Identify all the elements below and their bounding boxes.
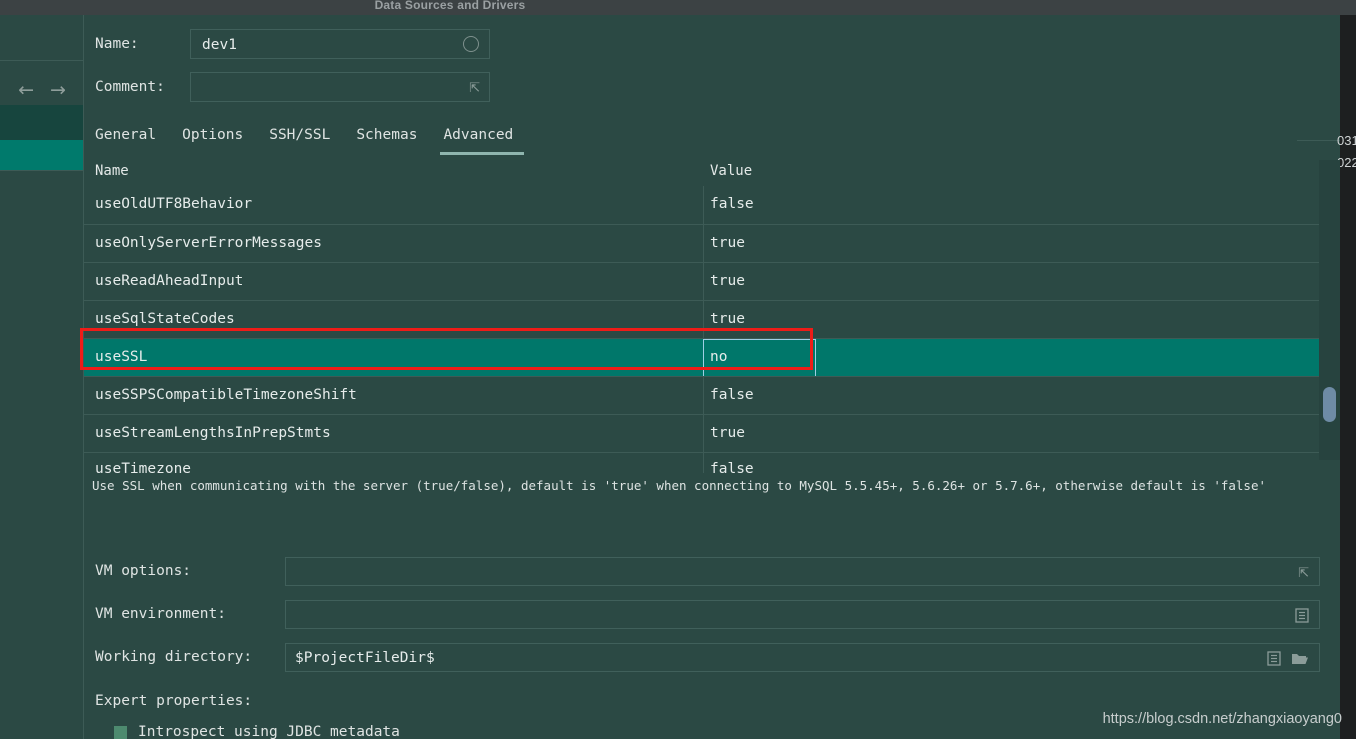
tab-general[interactable]: General xyxy=(95,127,170,155)
tab-schemas[interactable]: Schemas xyxy=(356,127,431,155)
working-directory-input[interactable]: $ProjectFileDir$ xyxy=(285,643,1320,672)
property-value: true xyxy=(710,425,745,441)
property-value-editing: no xyxy=(710,349,728,365)
rail-item-dark[interactable] xyxy=(0,105,84,140)
table-row[interactable]: useOnlyServerErrorMessages true xyxy=(84,224,1319,262)
table-row[interactable]: useSSPSCompatibleTimezoneShift false xyxy=(84,376,1319,414)
rail-item-selected[interactable] xyxy=(0,140,84,170)
column-header-value: Value xyxy=(710,163,753,179)
back-arrow-icon[interactable]: ← xyxy=(18,79,34,101)
right-edge-strip xyxy=(1340,15,1356,739)
expand-icon[interactable]: ⇱ xyxy=(1298,567,1309,580)
vm-options-input[interactable]: ⇱ xyxy=(285,557,1320,586)
table-scrollbar-thumb[interactable] xyxy=(1323,387,1336,422)
name-label: Name: xyxy=(95,36,139,52)
vm-environment-label: VM environment: xyxy=(95,606,226,622)
name-input-value: dev1 xyxy=(202,37,237,53)
tab-options[interactable]: Options xyxy=(182,127,257,155)
right-edge-digits-top: 031 xyxy=(1337,133,1356,148)
app-window: Data Sources and Drivers ← → 031 022 Nam… xyxy=(0,0,1356,739)
left-rail: ← → xyxy=(0,15,84,739)
column-separator xyxy=(703,377,704,414)
forward-arrow-icon[interactable]: → xyxy=(50,79,66,101)
list-icon[interactable] xyxy=(1267,651,1281,666)
window-title: Data Sources and Drivers xyxy=(374,0,526,12)
table-row[interactable]: useReadAheadInput true xyxy=(84,262,1319,300)
property-value: true xyxy=(710,311,745,327)
tab-active-underline xyxy=(440,152,525,155)
property-name: useOldUTF8Behavior xyxy=(95,196,253,212)
table-row[interactable]: useStreamLengthsInPrepStmts true xyxy=(84,414,1319,452)
property-name: useStreamLengthsInPrepStmts xyxy=(95,425,331,441)
column-separator xyxy=(703,301,704,338)
working-directory-label: Working directory: xyxy=(95,649,253,665)
rail-divider xyxy=(0,60,84,61)
tab-ssh-ssl[interactable]: SSH/SSL xyxy=(269,127,344,155)
table-row[interactable]: useTimezone false xyxy=(84,452,1319,473)
property-description: Use SSL when communicating with the serv… xyxy=(92,478,1266,493)
expand-icon[interactable]: ⇱ xyxy=(469,82,480,95)
rail-divider-2 xyxy=(0,170,84,171)
tab-advanced-label: Advanced xyxy=(443,127,514,143)
vm-environment-input[interactable] xyxy=(285,600,1320,629)
window-titlebar: Data Sources and Drivers xyxy=(0,0,1356,15)
property-name: useOnlyServerErrorMessages xyxy=(95,235,322,251)
rail-nav-arrows[interactable]: ← → xyxy=(0,75,84,105)
column-separator xyxy=(703,453,704,473)
introspect-checkbox[interactable] xyxy=(114,726,127,739)
table-row[interactable]: useOldUTF8Behavior false xyxy=(84,186,1319,224)
column-separator xyxy=(703,415,704,452)
name-input[interactable]: dev1 xyxy=(190,29,490,59)
right-edge-divider xyxy=(1297,140,1340,141)
property-name: useSSL xyxy=(95,349,148,365)
tab-advanced[interactable]: Advanced xyxy=(440,127,527,155)
table-header-row: Name Value xyxy=(84,160,1319,186)
tab-options-label: Options xyxy=(182,127,244,143)
advanced-properties-table: Name Value useOldUTF8Behavior false useO… xyxy=(84,160,1319,473)
table-row-selected[interactable]: useSSL no xyxy=(84,338,1319,377)
column-separator xyxy=(703,186,704,224)
property-name: useReadAheadInput xyxy=(95,273,244,289)
property-value: false xyxy=(710,196,754,212)
property-name: useSqlStateCodes xyxy=(95,311,235,327)
status-circle-icon xyxy=(463,36,479,52)
list-icon[interactable] xyxy=(1295,608,1309,623)
property-value: true xyxy=(710,273,745,289)
expert-properties-label: Expert properties: xyxy=(95,693,253,709)
column-header-name: Name xyxy=(95,163,129,179)
property-name: useSSPSCompatibleTimezoneShift xyxy=(95,387,357,403)
tab-schemas-label: Schemas xyxy=(356,127,418,143)
property-value: true xyxy=(710,235,745,251)
folder-icon[interactable] xyxy=(1291,652,1309,666)
settings-tabs: General Options SSH/SSL Schemas Advanced xyxy=(95,127,539,155)
property-value: false xyxy=(710,461,754,473)
table-row[interactable]: useSqlStateCodes true xyxy=(84,300,1319,338)
watermark: https://blog.csdn.net/zhangxiaoyang0 xyxy=(1102,711,1342,727)
introspect-label: Introspect using JDBC metadata xyxy=(138,724,400,739)
tab-ssh-ssl-label: SSH/SSL xyxy=(269,127,331,143)
vm-options-label: VM options: xyxy=(95,563,192,579)
column-separator xyxy=(703,263,704,300)
tab-general-label: General xyxy=(95,127,157,143)
property-name: useTimezone xyxy=(95,461,192,473)
comment-input[interactable]: ⇱ xyxy=(190,72,490,102)
comment-label: Comment: xyxy=(95,79,165,95)
working-directory-value: $ProjectFileDir$ xyxy=(295,650,435,666)
property-value: false xyxy=(710,387,754,403)
column-separator xyxy=(703,225,704,262)
